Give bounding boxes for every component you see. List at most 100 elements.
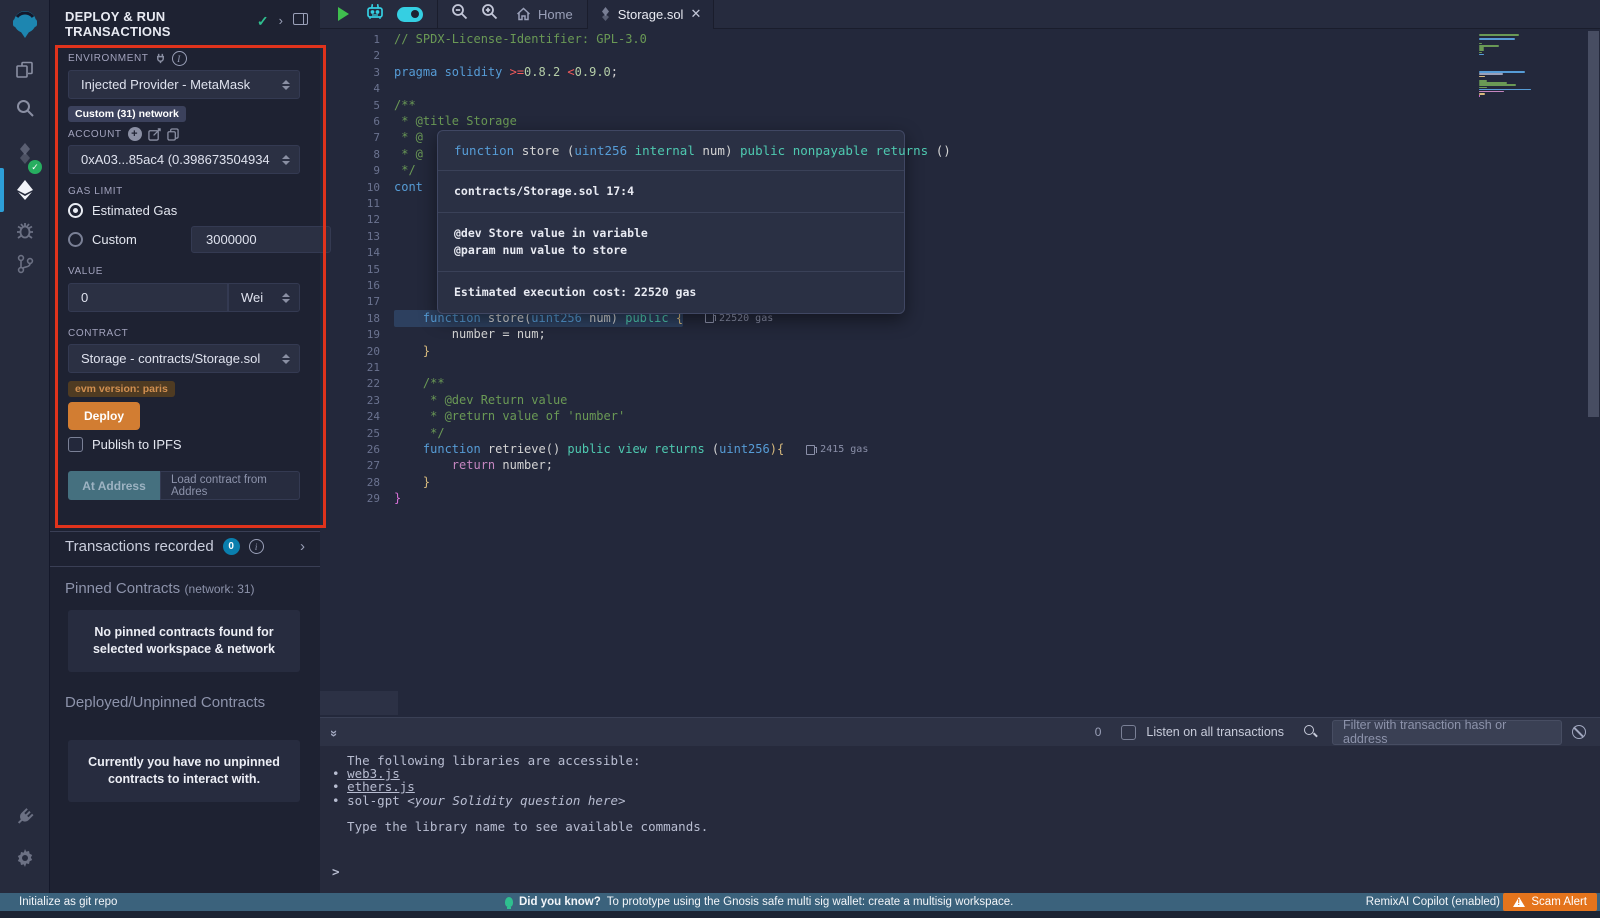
terminal-output[interactable]: The following libraries are accessible:•…: [320, 746, 1600, 893]
account-select[interactable]: 0xA03...85ac4 (0.398673504934: [68, 145, 300, 174]
line-number[interactable]: 2: [320, 47, 380, 64]
code-line[interactable]: * @title Storage: [394, 113, 517, 130]
line-number[interactable]: 24: [320, 408, 380, 425]
home-icon: [516, 7, 531, 21]
code-line[interactable]: /**: [394, 375, 445, 392]
terminal-filter-input[interactable]: Filter with transaction hash or address: [1332, 720, 1562, 745]
line-number[interactable]: 6: [320, 113, 380, 130]
transactions-count-badge: 0: [223, 538, 240, 555]
line-number[interactable]: 22: [320, 375, 380, 392]
line-number[interactable]: 8: [320, 146, 380, 163]
estimated-gas-radio[interactable]: [68, 203, 83, 218]
line-number[interactable]: 21: [320, 359, 380, 376]
environment-info-icon[interactable]: i: [172, 51, 187, 66]
code-line[interactable]: */: [394, 162, 416, 179]
settings-gear-icon[interactable]: [0, 840, 50, 876]
solidity-compiler-icon[interactable]: ✓: [0, 134, 50, 174]
file-explorer-icon[interactable]: [0, 52, 50, 88]
editor-horizontal-scrollbar[interactable]: [320, 691, 398, 715]
terminal-collapse-icon[interactable]: »: [327, 729, 342, 734]
terminal-prompt[interactable]: >: [332, 864, 340, 879]
copy-address-icon[interactable]: [167, 128, 179, 141]
at-address-button[interactable]: At Address: [68, 471, 160, 500]
tab-storage-sol[interactable]: Storage.sol ✕: [587, 0, 715, 29]
tab-home[interactable]: Home: [516, 7, 573, 22]
code-line[interactable]: return number;: [394, 457, 553, 474]
gas-estimate-widget[interactable]: 2415 gas: [806, 441, 868, 458]
terminal-clear-icon[interactable]: [1572, 725, 1586, 739]
line-number[interactable]: 29: [320, 490, 380, 507]
deploy-button[interactable]: Deploy: [68, 402, 140, 430]
contract-select[interactable]: Storage - contracts/Storage.sol: [68, 344, 300, 373]
line-number[interactable]: 25: [320, 425, 380, 442]
copilot-toggle[interactable]: [397, 7, 423, 22]
code-line[interactable]: // SPDX-License-Identifier: GPL-3.0: [394, 31, 647, 48]
copilot-status[interactable]: RemixAI Copilot (enabled): [1366, 896, 1500, 908]
deploy-run-icon[interactable]: [0, 172, 50, 208]
value-unit-select[interactable]: Wei: [228, 283, 300, 312]
line-number[interactable]: 18: [320, 310, 380, 327]
code-line[interactable]: }: [394, 343, 430, 360]
search-icon[interactable]: [0, 90, 50, 126]
zoom-in-icon[interactable]: [481, 3, 498, 25]
value-input[interactable]: 0: [68, 283, 228, 312]
terminal-search-icon[interactable]: [1304, 725, 1314, 735]
code-line[interactable]: * @: [394, 146, 423, 163]
line-number[interactable]: 5: [320, 97, 380, 114]
git-icon[interactable]: [0, 246, 50, 282]
line-number[interactable]: 23: [320, 392, 380, 409]
ai-copilot-robot-icon[interactable]: [365, 3, 385, 26]
close-tab-icon[interactable]: ✕: [690, 6, 701, 22]
transactions-info-icon[interactable]: i: [249, 539, 264, 554]
line-number[interactable]: 20: [320, 343, 380, 360]
line-number[interactable]: 9: [320, 162, 380, 179]
pin-panel-icon[interactable]: [293, 13, 308, 25]
code-line[interactable]: /**: [394, 97, 416, 114]
sign-message-icon[interactable]: [148, 128, 161, 141]
custom-gas-radio[interactable]: [68, 232, 83, 247]
custom-gas-input[interactable]: 3000000: [191, 226, 331, 253]
zoom-out-icon[interactable]: [451, 3, 468, 25]
editor-vertical-scrollbar[interactable]: [1588, 31, 1599, 417]
plugin-manager-icon[interactable]: [0, 800, 50, 836]
code-line[interactable]: pragma solidity >=0.8.2 <0.9.0;: [394, 64, 618, 81]
line-number[interactable]: 7: [320, 129, 380, 146]
code-line[interactable]: * @return value of 'number': [394, 408, 625, 425]
scam-alert-button[interactable]: Scam Alert: [1503, 893, 1597, 911]
line-number[interactable]: 10: [320, 179, 380, 196]
code-line[interactable]: */: [394, 425, 445, 442]
line-number[interactable]: 28: [320, 474, 380, 491]
network-badge: Custom (31) network: [68, 106, 186, 122]
line-number[interactable]: 26: [320, 441, 380, 458]
code-line[interactable]: }: [394, 490, 401, 507]
line-number[interactable]: 1: [320, 31, 380, 48]
line-number[interactable]: 17: [320, 293, 380, 310]
transactions-expand-icon[interactable]: ›: [300, 538, 305, 555]
code-line[interactable]: * @: [394, 129, 423, 146]
remixai-logo-icon[interactable]: [0, 6, 50, 42]
debugger-icon[interactable]: [0, 212, 50, 248]
account-label: ACCOUNT +: [68, 127, 179, 141]
line-number[interactable]: 4: [320, 80, 380, 97]
editor-minimap[interactable]: [1477, 32, 1533, 99]
git-init-button[interactable]: Initialize as git repo: [19, 896, 117, 908]
panel-expand-icon[interactable]: ›: [279, 13, 283, 28]
warning-icon: [1513, 897, 1525, 907]
line-number[interactable]: 27: [320, 457, 380, 474]
at-address-input[interactable]: Load contract from Addres: [160, 471, 300, 500]
line-number[interactable]: 11: [320, 195, 380, 212]
line-number[interactable]: 16: [320, 277, 380, 294]
code-line[interactable]: }: [394, 474, 430, 491]
code-line[interactable]: function retrieve() public view returns …: [394, 441, 868, 458]
listen-all-transactions-checkbox[interactable]: [1121, 725, 1136, 740]
code-line[interactable]: * @dev Return value: [394, 392, 567, 409]
line-number[interactable]: 19: [320, 326, 380, 343]
code-line[interactable]: number = num;: [394, 326, 546, 343]
run-script-icon[interactable]: [338, 7, 349, 21]
create-account-icon[interactable]: +: [128, 127, 142, 141]
line-number[interactable]: 3: [320, 64, 380, 81]
line-number[interactable]: 15: [320, 261, 380, 278]
publish-ipfs-checkbox[interactable]: [68, 437, 83, 452]
environment-select[interactable]: Injected Provider - MetaMask: [68, 70, 300, 99]
code-line[interactable]: cont: [394, 179, 423, 196]
